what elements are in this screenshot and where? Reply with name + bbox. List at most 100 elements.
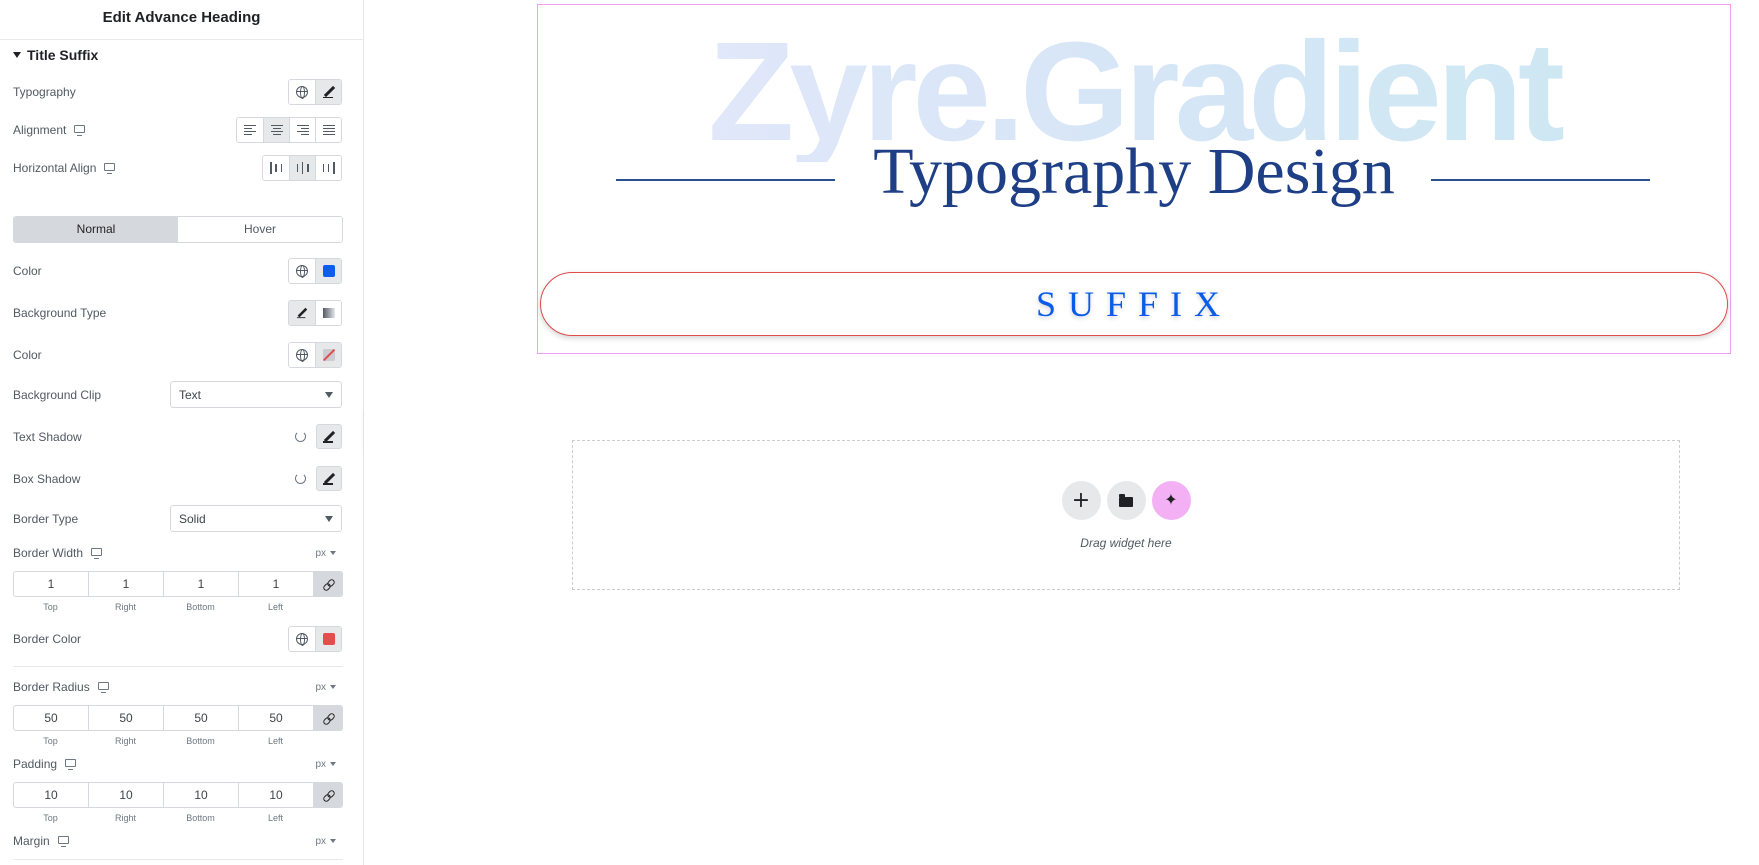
background-type-control: Background Type: [13, 300, 342, 326]
color-control: Color: [13, 258, 342, 284]
border-type-label: Border Type: [13, 511, 79, 526]
section-title-suffix[interactable]: Title Suffix: [13, 47, 98, 63]
unit-select[interactable]: px: [315, 759, 336, 770]
chevron-down-icon: [330, 551, 336, 555]
text-shadow-control: Text Shadow: [13, 424, 342, 449]
edit-box-shadow-button[interactable]: [316, 466, 342, 491]
background-type-label: Background Type: [13, 306, 107, 320]
background-clip-control: Background Clip Text: [13, 381, 342, 408]
add-section-button[interactable]: +: [1061, 481, 1101, 520]
border-width-bottom[interactable]: 1: [164, 572, 239, 596]
link-values-button[interactable]: [314, 572, 342, 596]
chevron-down-icon: [325, 391, 333, 398]
desktop-icon[interactable]: [104, 163, 116, 174]
globe-icon: [296, 86, 308, 99]
chevron-down-icon: [330, 839, 336, 843]
border-radius-header: Border Radius px: [13, 680, 342, 694]
tab-normal[interactable]: Normal: [14, 217, 178, 242]
border-radius-right[interactable]: 50: [89, 706, 164, 730]
align-right-icon: [296, 125, 309, 135]
section-label: Title Suffix: [27, 47, 99, 63]
h-align-start-icon: [270, 162, 282, 174]
chevron-down-icon: [330, 762, 336, 766]
unit-select[interactable]: px: [315, 548, 336, 559]
padding-inputs: 10 10 10 10: [13, 782, 343, 808]
suffix-text: SUFFIX: [1035, 284, 1233, 324]
border-width-top[interactable]: 1: [14, 572, 89, 596]
align-center-button[interactable]: [263, 118, 289, 142]
link-values-button[interactable]: [314, 783, 342, 807]
color-picker-button[interactable]: [315, 259, 341, 283]
unit-select[interactable]: px: [315, 836, 336, 847]
gradient-icon: [322, 308, 335, 318]
border-width-left[interactable]: 1: [239, 572, 314, 596]
desktop-icon[interactable]: [57, 836, 69, 847]
border-type-control: Border Type Solid: [13, 505, 342, 532]
background-clip-select[interactable]: Text: [170, 381, 342, 408]
link-values-button[interactable]: [314, 706, 342, 730]
reset-icon[interactable]: [295, 431, 306, 442]
main-heading: Typography Design: [873, 135, 1395, 208]
align-right-button[interactable]: [289, 118, 315, 142]
border-radius-inputs: 50 50 50 50: [13, 705, 343, 731]
margin-inputs-edge: [13, 859, 343, 860]
tab-hover[interactable]: Hover: [178, 217, 342, 242]
edit-text-shadow-button[interactable]: [316, 424, 342, 449]
color-swatch: [322, 265, 335, 277]
unit-select[interactable]: px: [315, 682, 336, 693]
ai-builder-button[interactable]: ✦: [1151, 481, 1191, 520]
global-typography-button[interactable]: [289, 80, 315, 104]
desktop-icon[interactable]: [91, 548, 103, 559]
padding-top[interactable]: 10: [14, 783, 89, 807]
edit-typography-button[interactable]: [315, 80, 341, 104]
global-color-button[interactable]: [289, 259, 315, 283]
folder-icon: [1119, 493, 1133, 507]
link-icon: [323, 579, 333, 589]
border-width-right[interactable]: 1: [89, 572, 164, 596]
no-color-icon: [322, 349, 335, 361]
desktop-icon[interactable]: [65, 759, 77, 770]
typography-buttons: [288, 79, 342, 105]
global-bg-color-button[interactable]: [289, 343, 315, 367]
panel-title: Edit Advance Heading: [0, 0, 363, 40]
global-border-color-button[interactable]: [289, 627, 315, 651]
desktop-icon[interactable]: [97, 682, 109, 693]
dimension-labels: Top Right Bottom Left: [43, 736, 283, 746]
box-shadow-control: Box Shadow: [13, 466, 342, 491]
padding-bottom[interactable]: 10: [164, 783, 239, 807]
h-align-center-button[interactable]: [289, 156, 315, 180]
h-align-end-icon: [322, 162, 335, 174]
background-classic-button[interactable]: [289, 301, 315, 325]
align-justify-button[interactable]: [315, 118, 341, 142]
border-width-inputs: 1 1 1 1: [13, 571, 343, 597]
padding-right[interactable]: 10: [89, 783, 164, 807]
background-gradient-button[interactable]: [315, 301, 341, 325]
align-left-button[interactable]: [237, 118, 263, 142]
border-color-label: Border Color: [13, 632, 82, 646]
chevron-down-icon: [330, 685, 336, 689]
border-radius-left[interactable]: 50: [239, 706, 314, 730]
border-color-picker-button[interactable]: [315, 627, 341, 651]
drop-zone-buttons: + ✦: [573, 481, 1679, 520]
template-library-button[interactable]: [1106, 481, 1146, 520]
reset-icon[interactable]: [295, 473, 306, 484]
editor-canvas: Zyre.Gradient Typography Design SUFFIX +…: [364, 0, 1759, 865]
pencil-icon: [322, 86, 335, 98]
desktop-icon[interactable]: [74, 125, 86, 136]
border-width-label: Border Width: [13, 546, 84, 560]
alignment-control: Alignment: [13, 117, 342, 143]
advance-heading-widget[interactable]: Zyre.Gradient Typography Design SUFFIX: [537, 4, 1731, 354]
align-justify-icon: [322, 125, 335, 135]
globe-icon: [296, 349, 308, 362]
border-type-select[interactable]: Solid: [170, 505, 342, 532]
editor-panel: Edit Advance Heading Title Suffix Typogr…: [0, 0, 364, 865]
h-align-start-button[interactable]: [263, 156, 289, 180]
padding-left[interactable]: 10: [239, 783, 314, 807]
bg-color-picker-button[interactable]: [315, 343, 341, 367]
border-radius-label: Border Radius: [13, 680, 90, 694]
border-radius-top[interactable]: 50: [14, 706, 89, 730]
margin-label: Margin: [13, 834, 50, 848]
widget-drop-zone[interactable]: + ✦ Drag widget here: [572, 440, 1680, 590]
h-align-end-button[interactable]: [315, 156, 341, 180]
border-radius-bottom[interactable]: 50: [164, 706, 239, 730]
